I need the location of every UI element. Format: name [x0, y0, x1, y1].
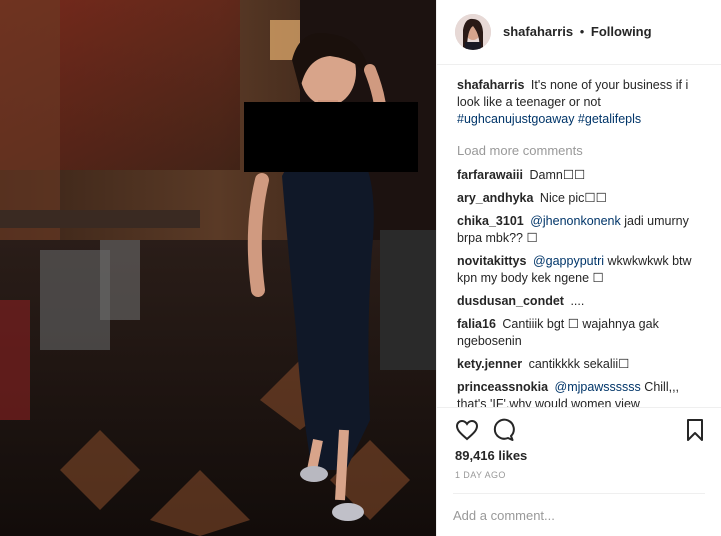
post-sidebar: shafaharris • Following shafaharris It's…: [436, 0, 721, 536]
comment: princeassnokia @mjpawssssss Chill,,, tha…: [457, 379, 705, 407]
comment: falia16 Cantiiik bgt ☐ wajahnya gak ngeb…: [457, 316, 705, 350]
instagram-post: shafaharris • Following shafaharris It's…: [0, 0, 721, 536]
comment: kety.jenner cantikkkk sekalii☐: [457, 356, 705, 373]
comment-username[interactable]: farfarawaiii: [457, 168, 523, 182]
comment-mention[interactable]: @jhenonkonenk: [530, 214, 621, 228]
post-timestamp[interactable]: 1 DAY AGO: [437, 468, 721, 494]
header-separator: •: [579, 24, 585, 40]
comment-mention[interactable]: @mjpawssssss: [555, 380, 641, 394]
caption: shafaharris It's none of your business i…: [457, 77, 705, 128]
comment: novitakittys @gappyputri wkwkwkwk btw kp…: [457, 253, 705, 287]
load-more-comments-button[interactable]: Load more comments: [457, 142, 705, 159]
post-photo[interactable]: [0, 0, 436, 536]
comment-username[interactable]: kety.jenner: [457, 357, 522, 371]
comment-text: Nice pic☐☐: [539, 190, 607, 205]
caption-hashtags[interactable]: #ughcanujustgoaway #getalifepls: [457, 112, 641, 126]
comment-username[interactable]: novitakittys: [457, 254, 526, 268]
comment-mention[interactable]: @gappyputri: [533, 254, 604, 268]
avatar[interactable]: [455, 13, 491, 50]
bookmark-icon[interactable]: [683, 418, 707, 442]
comments-list[interactable]: shafaharris It's none of your business i…: [437, 65, 721, 407]
censor-bar: [244, 102, 418, 172]
comment: farfarawaiii Damn☐☐: [457, 167, 705, 184]
heart-icon[interactable]: [455, 418, 479, 442]
caption-username[interactable]: shafaharris: [457, 78, 524, 92]
comment-username[interactable]: falia16: [457, 317, 496, 331]
action-bar: [437, 406, 721, 444]
likes-count[interactable]: 89,416 likes: [437, 444, 721, 468]
comment-username[interactable]: chika_3101: [457, 214, 524, 228]
comment-text: ....: [570, 293, 585, 308]
comment-username[interactable]: princeassnokia: [457, 380, 548, 394]
follow-status-button[interactable]: Following: [591, 24, 652, 39]
header-username[interactable]: shafaharris: [503, 24, 573, 39]
comment: chika_3101 @jhenonkonenk jadi umurny brp…: [457, 213, 705, 247]
add-comment-input[interactable]: Add a comment...: [453, 493, 705, 536]
comment-icon[interactable]: [491, 418, 515, 442]
comment-text: cantikkkk sekalii☐: [528, 356, 630, 371]
comment: ary_andhyka Nice pic☐☐: [457, 190, 705, 207]
post-header: shafaharris • Following: [437, 0, 721, 65]
comment-username[interactable]: ary_andhyka: [457, 191, 533, 205]
comment-text: Damn☐☐: [529, 167, 586, 182]
comment-username[interactable]: dusdusan_condet: [457, 294, 564, 308]
comment: dusdusan_condet ....: [457, 293, 705, 310]
post-photo-image: [0, 0, 436, 536]
